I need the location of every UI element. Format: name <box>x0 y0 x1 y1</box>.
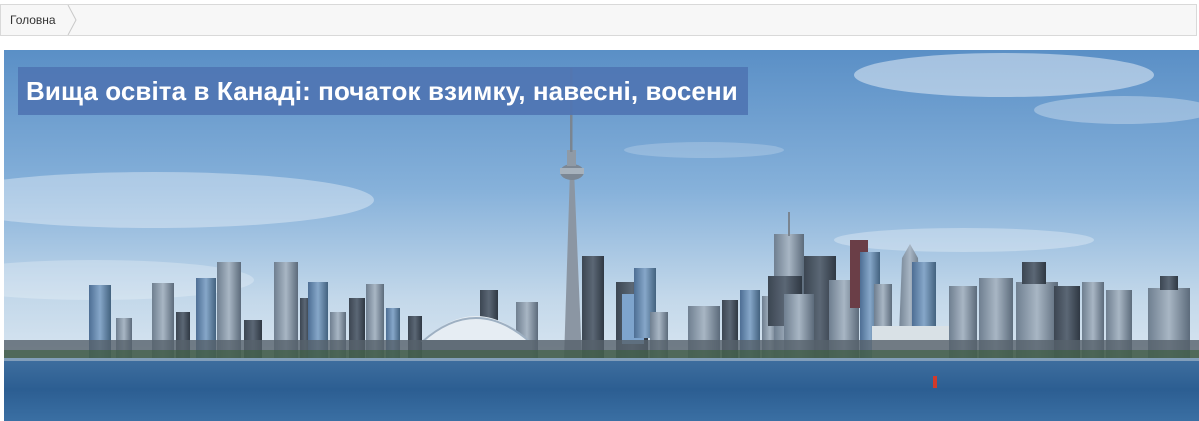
page-title: Вища освіта в Канаді: початок взимку, на… <box>18 67 748 115</box>
hero-banner: Вища освіта в Канаді: початок взимку, на… <box>4 50 1199 421</box>
page: Головна Вища освіта в Канаді: початок вз… <box>0 0 1199 421</box>
breadcrumb-item-home[interactable]: Головна <box>1 5 70 35</box>
breadcrumb-separator-icon <box>67 5 77 35</box>
breadcrumb: Головна <box>0 4 1197 36</box>
